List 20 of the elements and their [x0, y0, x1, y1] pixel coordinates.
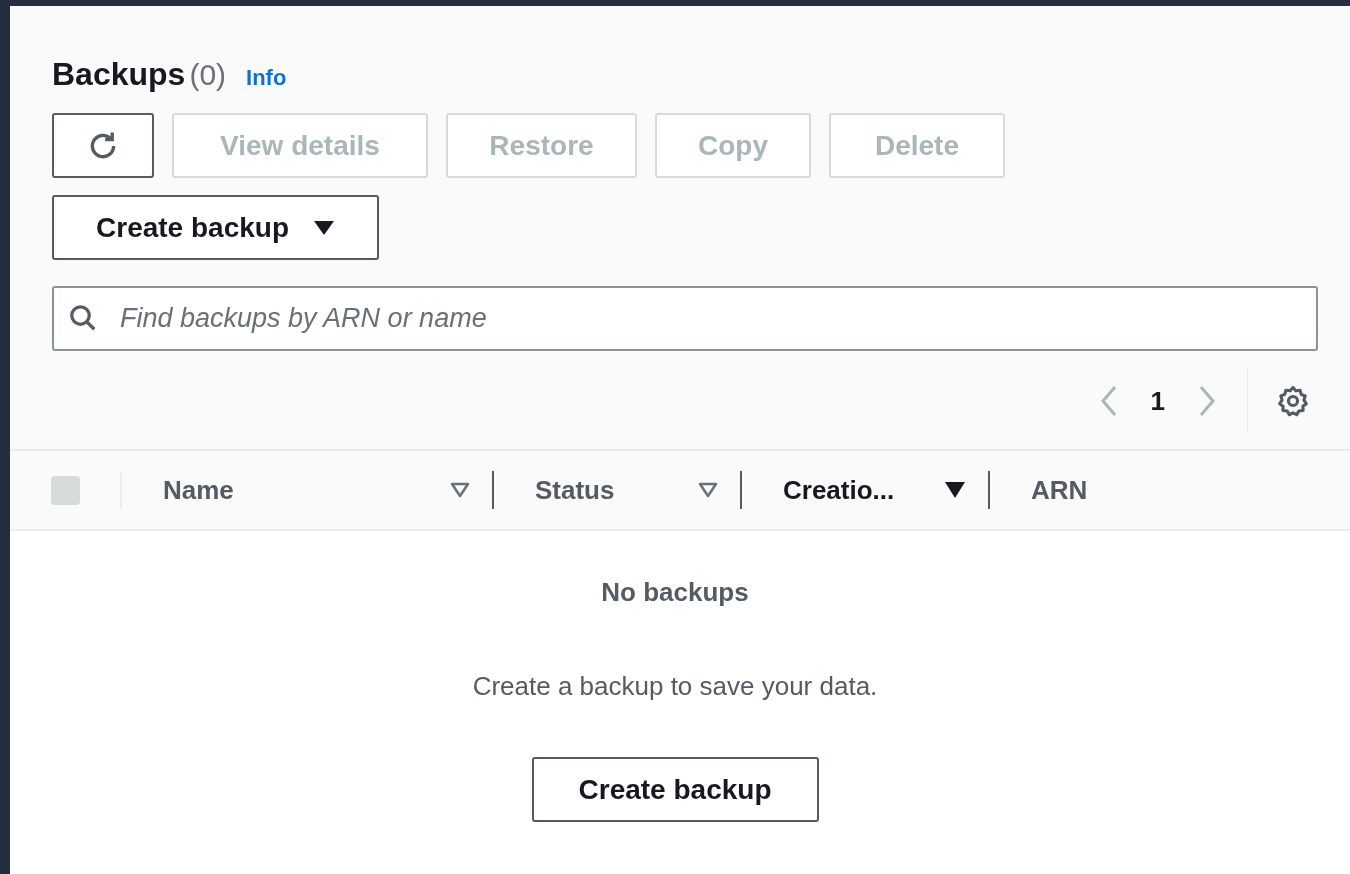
- settings-icon[interactable]: [1276, 384, 1310, 418]
- column-header[interactable]: Status: [494, 470, 740, 510]
- create-backup-dropdown[interactable]: Create backup: [52, 195, 379, 260]
- info-link[interactable]: Info: [246, 61, 287, 94]
- page-title: Backups: [52, 55, 186, 94]
- search-icon: [68, 303, 98, 333]
- column-header[interactable]: Creatio...: [742, 470, 988, 510]
- sort-descending-icon[interactable]: [944, 481, 966, 499]
- empty-state-message: Create a backup to save your data.: [472, 670, 878, 703]
- empty-state-title: No backups: [601, 576, 749, 609]
- column-header: ARN: [1030, 473, 1089, 507]
- create-backup-button[interactable]: Create backup: [531, 757, 819, 822]
- search-field[interactable]: Find backups by ARN or name: [52, 286, 1318, 351]
- page-number[interactable]: 1: [1150, 381, 1165, 421]
- sort-icon[interactable]: [450, 482, 470, 498]
- refresh-button[interactable]: [52, 113, 154, 178]
- item-count: (0): [189, 57, 227, 93]
- column-header[interactable]: Name: [122, 470, 492, 510]
- caret-down-icon: [313, 219, 335, 236]
- sort-icon[interactable]: [698, 482, 718, 498]
